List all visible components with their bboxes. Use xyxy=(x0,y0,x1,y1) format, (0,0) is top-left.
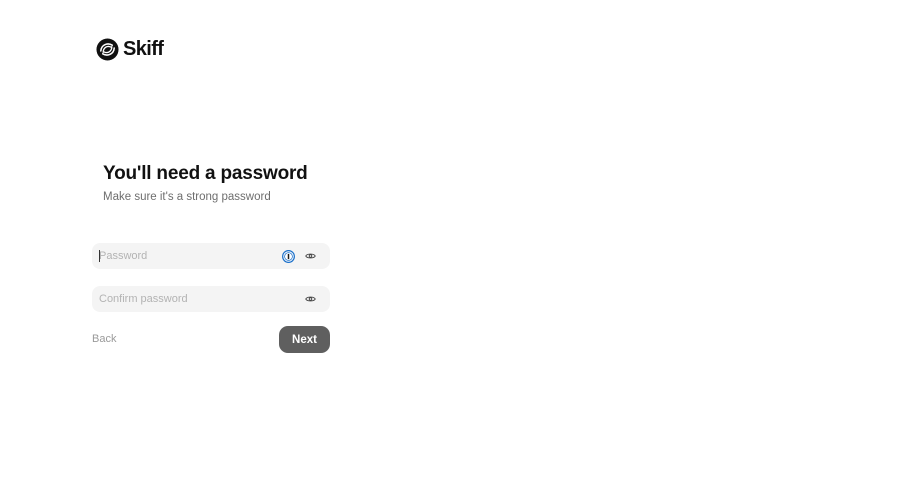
page-subtitle: Make sure it's a strong password xyxy=(103,191,271,203)
next-button[interactable]: Next xyxy=(279,326,330,353)
skiff-logo-icon xyxy=(96,38,119,61)
confirm-password-input[interactable] xyxy=(92,286,304,312)
signup-password-page: Skiff You'll need a password Make sure i… xyxy=(0,0,900,484)
password-input[interactable] xyxy=(92,243,282,269)
password-field-container xyxy=(92,243,330,269)
back-button[interactable]: Back xyxy=(92,333,116,345)
page-title: You'll need a password xyxy=(103,163,308,184)
show-password-eye-icon[interactable] xyxy=(304,250,316,262)
show-confirm-password-eye-icon[interactable] xyxy=(304,293,316,305)
brand-name: Skiff xyxy=(123,38,164,60)
password-manager-icon[interactable] xyxy=(282,249,295,263)
confirm-password-field-container xyxy=(92,286,330,312)
text-caret xyxy=(99,250,100,262)
brand-logo[interactable]: Skiff xyxy=(96,38,164,61)
